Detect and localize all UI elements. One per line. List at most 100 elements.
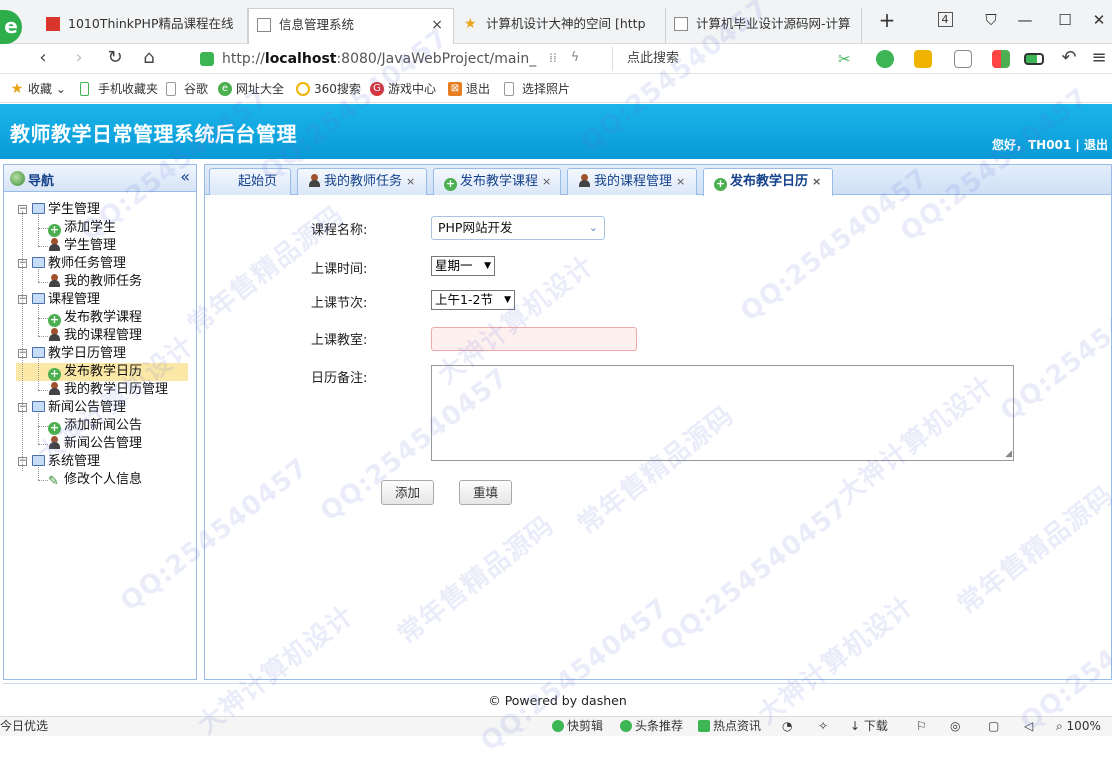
close-window-icon[interactable]: ✕ — [1084, 8, 1112, 32]
minimize-icon[interactable]: — — [1010, 8, 1040, 32]
page-icon — [257, 18, 271, 32]
green-circle-icon[interactable] — [876, 50, 894, 68]
nav-item[interactable]: 学生管理 — [48, 237, 116, 255]
resize-grip-icon[interactable]: ◢ — [1005, 450, 1012, 459]
add-icon: + — [48, 313, 61, 327]
shirt-icon[interactable]: ⛉ — [976, 8, 1006, 32]
bookmark-photos[interactable]: 选择照片 — [504, 81, 570, 97]
nav-item[interactable]: + 添加新闻公告 — [48, 417, 142, 435]
nav-group[interactable]: 教学日历管理 — [32, 345, 126, 363]
close-icon[interactable]: × — [812, 175, 821, 188]
search-input[interactable]: 点此搜索 — [612, 47, 812, 71]
nav-group[interactable]: 新闻公告管理 — [32, 399, 126, 417]
close-icon[interactable]: × — [542, 175, 551, 188]
bookmark-mobile[interactable]: 手机收藏夹 — [80, 81, 158, 97]
bookmark-sites[interactable]: e 网址大全 — [218, 81, 284, 97]
course-select[interactable]: PHP网站开发 ⌄ — [431, 216, 605, 240]
nav-item[interactable]: + 发布教学课程 — [48, 309, 142, 327]
reset-button[interactable]: 重填 — [459, 480, 512, 505]
reload-icon[interactable]: ↻ — [102, 47, 128, 71]
nav-item[interactable]: ✎ 修改个人信息 — [48, 471, 142, 489]
status-item-video-editor[interactable]: 快剪辑 — [552, 717, 603, 736]
browser-tab-3[interactable]: ★ 计算机设计大神的空间 [http — [456, 8, 666, 44]
bookmark-favorites[interactable]: ★ 收藏 ⌄ — [10, 81, 66, 97]
nav-item-label: 新闻公告管理 — [64, 436, 143, 451]
today-picks[interactable]: 今日优选 — [0, 717, 48, 736]
maximize-icon[interactable]: ☐ — [1050, 8, 1080, 32]
image-icon[interactable] — [954, 50, 972, 68]
zoom-control[interactable]: ⌕ 100% — [1056, 717, 1101, 736]
nav-item[interactable]: 新闻公告管理 — [48, 435, 142, 453]
nav-item[interactable]: 我的课程管理 — [48, 327, 142, 345]
nav-group[interactable]: 课程管理 — [32, 291, 100, 309]
phone-icon — [80, 82, 89, 96]
apps-icon[interactable] — [992, 50, 1010, 68]
new-tab-button[interactable]: + — [872, 8, 902, 32]
bookmark-games[interactable]: G 游戏中心 — [370, 81, 436, 97]
speed-icon[interactable]: ◔ — [782, 717, 792, 736]
tab-count-button[interactable]: 4 — [930, 8, 960, 32]
back-icon[interactable]: ‹ — [30, 47, 56, 71]
nav-item[interactable]: + 添加学生 — [48, 219, 116, 237]
window-icon[interactable]: ▢ — [988, 717, 999, 736]
nav-group[interactable]: 教师任务管理 — [32, 255, 126, 273]
forward-icon[interactable]: › — [66, 47, 92, 71]
bookmark-exit[interactable]: ⊠ 退出 — [448, 81, 490, 97]
bookmark-google[interactable]: 谷歌 — [166, 81, 208, 97]
computer-icon — [32, 455, 45, 466]
nav-item-selected[interactable]: + 发布教学日历 — [16, 363, 188, 381]
battery-icon[interactable] — [1024, 53, 1044, 65]
tab-publish-course[interactable]: + 发布教学课程 × — [433, 168, 561, 195]
close-tab-icon[interactable]: × — [431, 9, 443, 41]
close-icon[interactable]: × — [676, 175, 685, 188]
coin-icon[interactable] — [914, 50, 932, 68]
zoom-level: 100% — [1066, 719, 1101, 733]
nav-group-label: 课程管理 — [48, 292, 101, 307]
status-item-download[interactable]: ↓ 下载 — [850, 717, 888, 736]
tab-publish-calendar-active[interactable]: + 发布教学日历 × — [703, 168, 833, 196]
tree-connector — [38, 305, 39, 336]
scissors-icon[interactable]: ✂ — [838, 50, 856, 68]
nav-group[interactable]: 学生管理 — [32, 201, 100, 219]
tab-start-page[interactable]: 起始页 — [209, 168, 291, 195]
computer-icon — [32, 257, 45, 268]
volume-icon[interactable]: ◁ — [1024, 717, 1033, 736]
browser-tab-1[interactable]: 1010ThinkPHP精品课程在线 — [38, 8, 248, 44]
browser-tab-4[interactable]: 计算机毕业设计源码网-计算 — [666, 8, 862, 44]
bookmark-360[interactable]: 360搜索 — [296, 81, 361, 97]
weekday-select[interactable]: 星期一 ▼ — [431, 256, 495, 276]
weekday-selected-value: 星期一 — [435, 258, 473, 273]
undo-icon[interactable]: ↶ — [1056, 47, 1082, 71]
nav-group[interactable]: 系统管理 — [32, 453, 100, 471]
tree-connector — [38, 467, 39, 480]
add-button[interactable]: 添加 — [381, 480, 434, 505]
flag-icon[interactable]: ⚐ — [916, 717, 927, 736]
computer-icon — [32, 347, 45, 358]
browser-tab-title: 1010ThinkPHP精品课程在线 — [68, 16, 234, 31]
browser-tab-2-active[interactable]: 信息管理系统 × — [248, 8, 454, 44]
tab-my-teacher-tasks[interactable]: 我的教师任务 × — [297, 168, 427, 195]
nav-item[interactable]: 我的教师任务 — [48, 273, 142, 291]
tab-label: 起始页 — [238, 174, 278, 189]
menu-icon[interactable]: ≡ — [1086, 47, 1112, 71]
remark-textarea[interactable]: ◢ — [431, 365, 1014, 461]
period-select[interactable]: 上午1-2节 ▼ — [431, 290, 515, 310]
wrench-icon[interactable]: ✧ — [818, 717, 828, 736]
browser-icon[interactable]: ◎ — [950, 717, 960, 736]
home-icon[interactable]: ⌂ — [136, 47, 162, 71]
left-navigation-panel: 导航 « − 学生管理 + 添加学生 学生管理 − 教师任务管理 我的教师任务 − 课程管理 + 发布… — [3, 164, 197, 680]
collapse-icon[interactable]: « — [180, 167, 190, 186]
lightning-icon[interactable]: ϟ — [562, 47, 588, 71]
close-icon[interactable]: × — [406, 175, 415, 188]
room-input[interactable] — [431, 327, 637, 351]
nav-item[interactable]: 我的教学日历管理 — [48, 381, 168, 399]
play-icon — [552, 720, 564, 732]
status-item-hot-news[interactable]: 热点资讯 — [698, 717, 761, 736]
computer-icon — [32, 293, 45, 304]
chevron-down-icon: ⌄ — [588, 221, 598, 234]
user-info-logout[interactable]: 您好，TH001 | 退出 — [992, 136, 1108, 153]
tab-my-course-manage[interactable]: 我的课程管理 × — [567, 168, 697, 195]
bookmarks-bar: ★ 收藏 ⌄ 手机收藏夹 谷歌 e 网址大全 360搜索 G 游戏中心 ⊠ 退出 选择照… — [0, 75, 1112, 103]
app-header: 教师教学日常管理系统后台管理 您好，TH001 | 退出 — [0, 104, 1112, 159]
status-item-headlines[interactable]: 头条推荐 — [620, 717, 683, 736]
